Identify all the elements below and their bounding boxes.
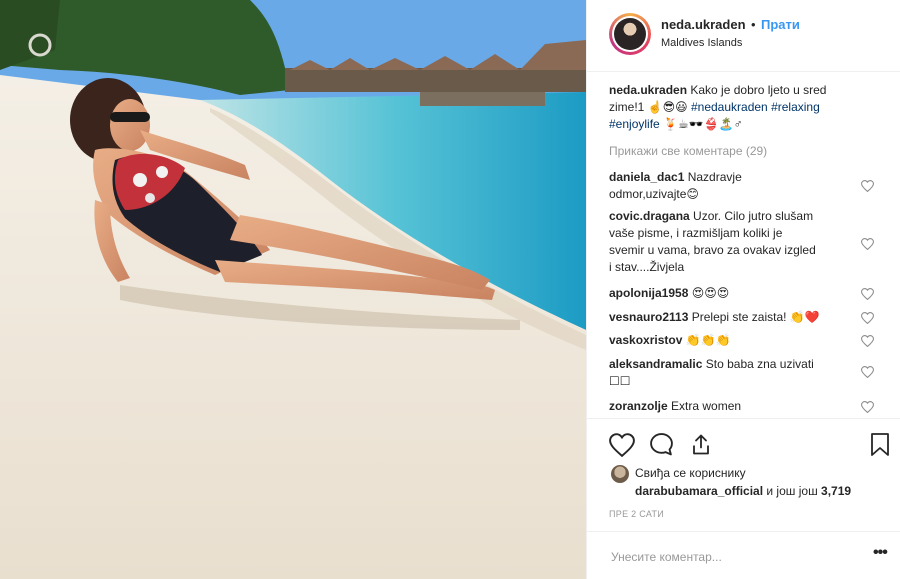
location-link[interactable]: Maldives Islands <box>661 37 742 49</box>
comment-item: vaskoxristov 👏👏👏 <box>609 332 871 349</box>
comments-section[interactable]: neda.ukraden Kako je dobro ljeto u sred … <box>587 72 900 418</box>
comment-text: vaše pisme, i razmišljam koliki je <box>609 226 783 240</box>
comment-username[interactable]: apolonija1958 <box>609 286 688 300</box>
post-side-panel: neda.ukraden • Прати Maldives Islands ne… <box>586 0 900 579</box>
view-all-comments-link[interactable]: Прикажи све коментаре (29) <box>609 144 767 158</box>
comment-item: covic.dragana Uzor. Cilo jutro slušam va… <box>609 208 871 276</box>
caption: neda.ukraden Kako je dobro ljeto u sred … <box>609 82 871 133</box>
comment-username[interactable]: vaskoxristov <box>609 333 682 347</box>
heart-icon[interactable] <box>609 433 635 457</box>
comment-item: aleksandramalic Sto baba zna uzivati ☐☐ <box>609 356 871 390</box>
comment-like-heart-icon[interactable] <box>861 180 874 192</box>
comment-text: ☐☐ <box>609 374 631 388</box>
likes-text: Свиђа се кориснику <box>635 466 746 480</box>
likes-summary-line-2: darabubamara_official и још још 3,719 <box>635 484 851 498</box>
post-header: neda.ukraden • Прати Maldives Islands <box>587 0 900 72</box>
caption-text-1: Kako je dobro ljeto u sred <box>690 83 827 97</box>
comment-text: 😍😍😍 <box>691 286 730 300</box>
comment-username[interactable]: zoranzolje <box>609 399 668 413</box>
comment-input[interactable] <box>609 546 863 568</box>
comment-text: Extra women <box>671 399 742 413</box>
comment-bubble-icon[interactable] <box>649 432 674 457</box>
avatar-ring-inner <box>612 16 648 52</box>
caption-line-2: zime!1 ☝️😎😃 #nedaukraden #relaxing <box>609 99 871 116</box>
comment-like-heart-icon[interactable] <box>861 288 874 300</box>
hashtag-link[interactable]: #relaxing <box>771 100 820 114</box>
comment-item: vesnauro2113 Prelepi ste zaista! 👏❤️ <box>609 309 871 326</box>
more-options-button[interactable]: ••• <box>873 544 888 562</box>
hashtag-link[interactable]: #enjoylife <box>609 117 660 131</box>
comment-text: odmor,uzivajte😊 <box>609 187 699 201</box>
liker-avatar[interactable] <box>611 465 629 483</box>
share-arrow-icon[interactable] <box>689 432 713 457</box>
comment-text: Nazdravje <box>687 170 742 184</box>
caption-text-2: zime!1 ☝️😎😃 <box>609 100 688 114</box>
comment-username[interactable]: aleksandramalic <box>609 357 702 371</box>
beach-photo-illustration <box>0 0 586 579</box>
likes-and-more: и још још <box>766 484 818 498</box>
likes-count[interactable]: 3,719 <box>821 484 851 498</box>
comment-text: Uzor. Cilo jutro slušam <box>693 209 814 223</box>
comment-like-heart-icon[interactable] <box>861 366 874 378</box>
comment-like-heart-icon[interactable] <box>861 401 874 413</box>
comment-text: i stav....Živjela <box>609 260 685 274</box>
post-timestamp[interactable]: ПРЕ 2 САТИ <box>609 509 664 519</box>
add-comment-bar: ••• <box>587 531 900 579</box>
comment-like-heart-icon[interactable] <box>861 312 874 324</box>
likes-summary: Свиђа се кориснику <box>635 466 746 480</box>
post-photo[interactable] <box>0 0 586 579</box>
comment-item: zoranzolje Extra women <box>609 398 871 415</box>
follow-button[interactable]: Прати <box>761 17 800 32</box>
avatar[interactable] <box>609 13 651 55</box>
comment-text: svemir u vama, bravo za ovakav izgled <box>609 243 816 257</box>
comment-text: 👏👏👏 <box>685 333 731 347</box>
caption-username[interactable]: neda.ukraden <box>609 83 687 97</box>
comment-like-heart-icon[interactable] <box>861 238 874 250</box>
comment-item: daniela_dac1 Nazdravje odmor,uzivajte😊 <box>609 169 871 203</box>
post-author-username[interactable]: neda.ukraden <box>661 17 746 32</box>
comment-like-heart-icon[interactable] <box>861 335 874 347</box>
separator-dot: • <box>751 17 756 32</box>
comment-username[interactable]: covic.dragana <box>609 209 690 223</box>
avatar-image <box>614 18 646 50</box>
liker-username[interactable]: darabubamara_official <box>635 484 763 498</box>
comment-text: Sto baba zna uzivati <box>705 357 814 371</box>
comment-item: apolonija1958 😍😍😍 <box>609 285 871 302</box>
caption-line-1: neda.ukraden Kako je dobro ljeto u sred <box>609 82 871 99</box>
comment-username[interactable]: vesnauro2113 <box>609 310 688 324</box>
caption-emoji: 🍹☕🕶️👙🏝️♂ <box>663 117 743 131</box>
comment-username[interactable]: daniela_dac1 <box>609 170 684 184</box>
post-actions: Свиђа се кориснику darabubamara_official… <box>587 418 900 578</box>
hashtag-link[interactable]: #nedaukraden <box>691 100 768 114</box>
comment-text: Prelepi ste zaista! 👏❤️ <box>691 310 820 324</box>
caption-line-3: #enjoylife 🍹☕🕶️👙🏝️♂ <box>609 116 871 133</box>
bookmark-icon[interactable] <box>870 432 890 457</box>
